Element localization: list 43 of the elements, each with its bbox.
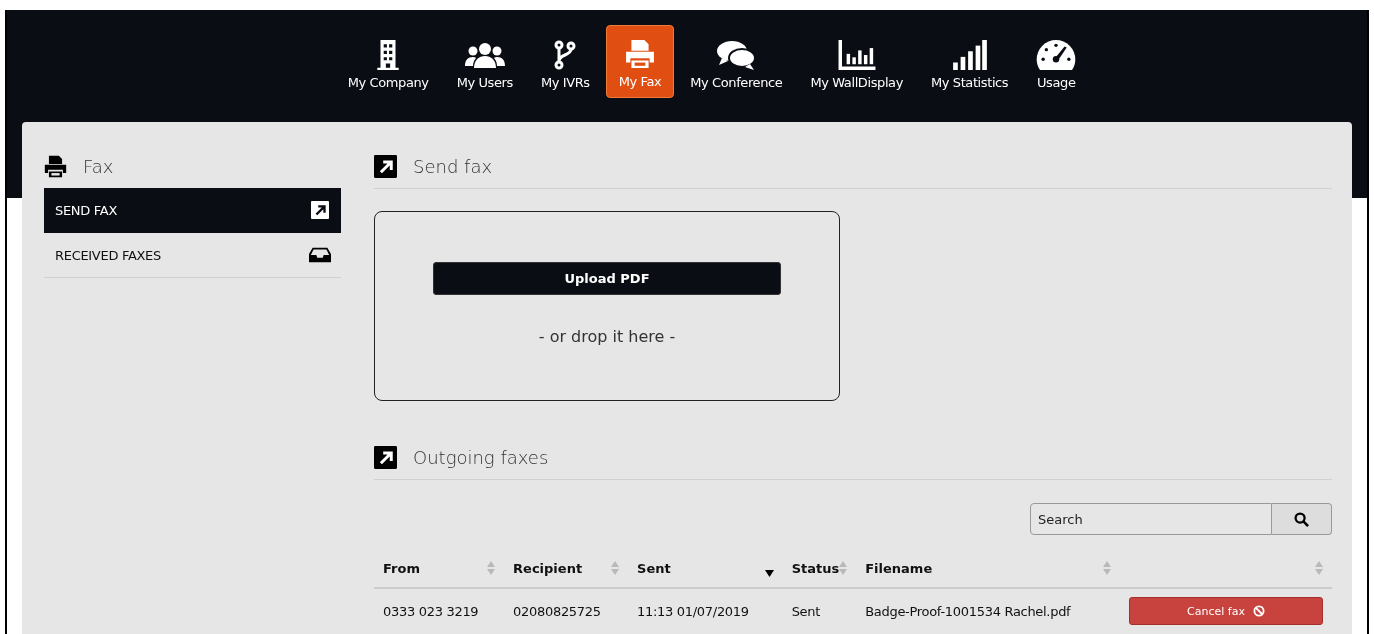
table-cell: Sent [791, 603, 821, 619]
sort-icon[interactable] [487, 561, 496, 575]
gauge-icon [1036, 40, 1077, 70]
sort-icon[interactable] [1315, 561, 1323, 575]
sort-descending-icon[interactable] [764, 569, 774, 577]
nav-tab[interactable]: Usage [1024, 25, 1089, 98]
sort-icon[interactable] [1103, 561, 1111, 575]
nav-tab[interactable]: My Conference [678, 25, 795, 98]
cancel-button[interactable]: Cancel fax [1129, 597, 1323, 625]
printer-icon [44, 154, 67, 178]
users-icon [464, 40, 505, 70]
table-cell: 11:13 01/07/2019 [637, 603, 749, 619]
sidebar-title: Fax [83, 155, 114, 177]
search-icon [1294, 511, 1309, 527]
bar-chart-icon [836, 40, 877, 70]
column-header[interactable]: Status [791, 560, 840, 576]
drop-zone[interactable]: Upload PDF - or drop it here - [374, 211, 840, 401]
sidebar-item[interactable]: SEND FAX [44, 188, 341, 233]
ban-icon [1252, 605, 1265, 617]
chat-icon [716, 40, 757, 70]
table-cell: Badge-Proof-1001534 Rachel.pdf [865, 603, 1071, 619]
column-header[interactable]: From [383, 560, 420, 576]
drop-hint: - or drop it here - [538, 327, 676, 346]
nav-tab[interactable]: My WallDisplay [798, 25, 915, 98]
column-header[interactable]: Recipient [513, 560, 583, 576]
sidebar-item[interactable]: RECEIVED FAXES [44, 233, 341, 278]
search-button[interactable] [1272, 503, 1332, 535]
nav-tab[interactable]: My Users [444, 25, 525, 98]
table-cell: 0333 023 3219 [383, 603, 479, 619]
section-title: Outgoing faxes [413, 446, 549, 468]
nav-tab[interactable]: My Fax [605, 25, 675, 98]
table-cell: 02080825725 [513, 603, 601, 619]
upload-button[interactable]: Upload PDF [433, 262, 781, 295]
inbox-icon [309, 246, 331, 264]
search-field[interactable]: Search [1030, 503, 1272, 535]
sort-icon[interactable] [839, 561, 848, 575]
column-header[interactable]: Filename [865, 560, 933, 576]
column-header[interactable]: Sent [637, 560, 671, 576]
nav-tab[interactable]: My Company [335, 25, 441, 98]
section-title: Send fax [413, 155, 493, 177]
nav-tab[interactable]: My Statistics [918, 25, 1021, 98]
nav-tab[interactable]: My IVRs [528, 25, 602, 98]
sort-icon[interactable] [611, 561, 620, 575]
